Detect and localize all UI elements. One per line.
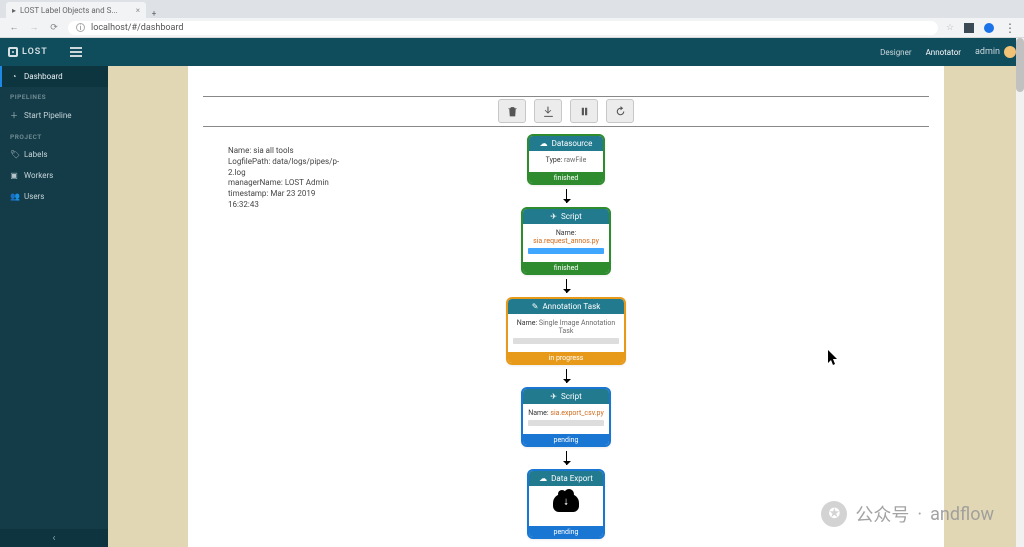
bookmark-star-icon[interactable]: ☆ — [946, 23, 954, 33]
node-title: Script — [561, 212, 582, 221]
node-name-value: sia.request_annos.py — [533, 237, 599, 245]
brand-text: LOST — [22, 47, 48, 57]
node-script-2[interactable]: ✈ Script Name: sia.export_csv.py pending — [521, 387, 611, 447]
nav-user-label: admin — [975, 47, 1000, 57]
sidebar-collapse-button[interactable]: ‹ — [0, 529, 108, 547]
rocket-icon: ✈ — [550, 212, 557, 221]
sidebar-head-project: PROJECT — [0, 127, 108, 144]
pipeline-flow: ☁ Datasource Type: rawFile finished ✈ Scri… — [188, 134, 944, 539]
content-area: Name: sia all tools LogfilePath: data/lo… — [108, 66, 1024, 547]
tab-favicon: ▸ — [12, 6, 16, 15]
sidebar: ◔ Dashboard PIPELINES ＋ Start Pipeline P… — [0, 66, 108, 547]
avatar-icon — [1004, 46, 1016, 58]
node-name-value: sia.export_csv.py — [550, 409, 603, 417]
profile-icon[interactable] — [984, 23, 994, 33]
browser-tab-strip: ▸ LOST Label Objects and S... × + — [0, 0, 1024, 18]
hamburger-icon[interactable] — [70, 47, 82, 57]
rerun-button[interactable] — [606, 99, 634, 123]
node-title: Script — [561, 392, 582, 401]
download-button[interactable] — [534, 99, 562, 123]
sidebar-item-start-pipeline[interactable]: ＋ Start Pipeline — [0, 104, 108, 127]
pipeline-canvas: Name: sia all tools LogfilePath: data/lo… — [188, 66, 944, 547]
cloud-icon: ☁ — [540, 139, 548, 148]
sidebar-head-pipelines: PIPELINES — [0, 87, 108, 104]
extension-icon[interactable] — [964, 23, 974, 33]
download-icon — [542, 105, 555, 118]
sidebar-label-dashboard: Dashboard — [24, 72, 63, 81]
sidebar-label-workers: Workers — [24, 171, 53, 180]
node-status: pending — [529, 526, 603, 537]
url-text: localhost/#/dashboard — [91, 23, 183, 33]
chevron-left-icon: ‹ — [52, 533, 55, 544]
node-status: finished — [529, 172, 603, 183]
tab-close-icon[interactable]: × — [136, 6, 140, 15]
nav-back-icon[interactable]: ← — [8, 22, 20, 33]
node-data-export[interactable]: ☁ Data Export ⭣ pending — [527, 469, 605, 539]
tag-icon: 🏷 — [10, 150, 18, 159]
node-script-1[interactable]: ✈ Script Name: sia.request_annos.py finis… — [521, 207, 611, 275]
node-status: in progress — [508, 352, 624, 363]
progress-bar — [528, 248, 604, 254]
sidebar-label-start-pipeline: Start Pipeline — [24, 111, 72, 120]
pipeline-toolbar — [188, 99, 944, 123]
pencil-icon: ✎ — [532, 302, 539, 311]
brand-logo-icon — [8, 47, 18, 57]
node-status: pending — [523, 434, 609, 445]
node-name-label: Name: — [517, 319, 537, 327]
browser-tab[interactable]: ▸ LOST Label Objects and S... × — [6, 2, 146, 18]
mouse-cursor-icon — [828, 350, 840, 370]
node-title: Data Export — [551, 474, 593, 483]
nav-designer[interactable]: Designer — [880, 48, 911, 57]
page-scrollbar[interactable] — [1016, 38, 1024, 547]
trash-icon — [506, 105, 519, 118]
new-tab-button[interactable]: + — [146, 9, 162, 18]
browser-menu-icon[interactable]: ⋮ — [1004, 21, 1016, 35]
connector — [566, 275, 567, 297]
node-type-value: rawFile — [564, 156, 586, 164]
browser-address-bar: ← → ⟳ i localhost/#/dashboard ☆ ⋮ — [0, 18, 1024, 38]
nav-forward-icon[interactable]: → — [28, 22, 40, 33]
url-input[interactable]: i localhost/#/dashboard — [68, 21, 938, 35]
node-name-value: Single Image Annotation Task — [539, 319, 615, 335]
node-name-label: Name: — [528, 409, 548, 417]
gauge-icon: ◔ — [10, 72, 18, 81]
sidebar-item-workers[interactable]: ▣ Workers — [0, 165, 108, 186]
node-title: Annotation Task — [542, 302, 600, 311]
brand[interactable]: LOST — [0, 47, 62, 57]
pause-icon — [578, 105, 591, 118]
connector — [566, 447, 567, 469]
delete-button[interactable] — [498, 99, 526, 123]
redo-icon — [614, 105, 627, 118]
app-topnav: LOST Designer Annotator admin — [0, 38, 1024, 66]
site-info-icon[interactable]: i — [76, 23, 85, 32]
node-type-label: Type: — [546, 156, 563, 164]
connector — [566, 365, 567, 387]
sidebar-label-users: Users — [24, 192, 44, 201]
cube-icon: ▣ — [10, 171, 18, 180]
users-icon: 👥 — [10, 192, 18, 201]
connector — [566, 185, 567, 207]
node-datasource[interactable]: ☁ Datasource Type: rawFile finished — [527, 134, 605, 185]
progress-bar — [528, 420, 604, 426]
rocket-icon: ✈ — [550, 392, 557, 401]
node-annotation-task[interactable]: ✎Annotation Task Name: Single Image Anno… — [506, 297, 626, 365]
nav-annotator[interactable]: Annotator — [926, 48, 961, 57]
sidebar-item-dashboard[interactable]: ◔ Dashboard — [0, 66, 108, 87]
nav-user[interactable]: admin — [975, 46, 1016, 58]
node-name-label: Name: — [556, 229, 576, 237]
sidebar-item-labels[interactable]: 🏷 Labels — [0, 144, 108, 165]
scroll-thumb[interactable] — [1016, 38, 1024, 92]
nav-reload-icon[interactable]: ⟳ — [48, 23, 60, 33]
cloud-download-big-icon: ⭣ — [553, 494, 579, 512]
node-status: finished — [523, 262, 609, 273]
sidebar-label-labels: Labels — [24, 150, 47, 159]
cloud-download-icon: ☁ — [539, 474, 547, 483]
pause-button[interactable] — [570, 99, 598, 123]
node-title: Datasource — [552, 139, 593, 148]
sidebar-item-users[interactable]: 👥 Users — [0, 186, 108, 207]
plus-icon: ＋ — [10, 110, 18, 121]
tab-title: LOST Label Objects and S... — [20, 6, 118, 15]
progress-bar — [513, 338, 619, 344]
